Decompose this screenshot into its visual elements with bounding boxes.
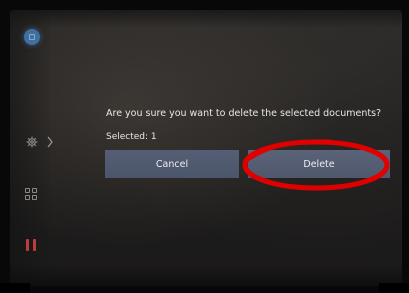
cancel-button[interactable]: Cancel xyxy=(105,150,239,178)
corner-shadow-left xyxy=(0,283,30,293)
profile-icon[interactable] xyxy=(24,29,40,45)
selected-count: Selected: 1 xyxy=(106,132,157,142)
bottom-bar xyxy=(10,264,402,286)
photo-frame: Are you sure you want to delete the sele… xyxy=(0,0,409,293)
apps-grid-icon[interactable] xyxy=(25,188,39,202)
sidebar xyxy=(10,10,53,286)
pause-icon[interactable] xyxy=(24,239,40,251)
corner-shadow-right xyxy=(379,283,409,293)
tv-screen: Are you sure you want to delete the sele… xyxy=(10,10,402,286)
top-strip xyxy=(10,10,402,28)
delete-button[interactable]: Delete xyxy=(248,150,390,178)
dialog-message: Are you sure you want to delete the sele… xyxy=(106,108,382,119)
gear-icon[interactable] xyxy=(26,134,56,150)
